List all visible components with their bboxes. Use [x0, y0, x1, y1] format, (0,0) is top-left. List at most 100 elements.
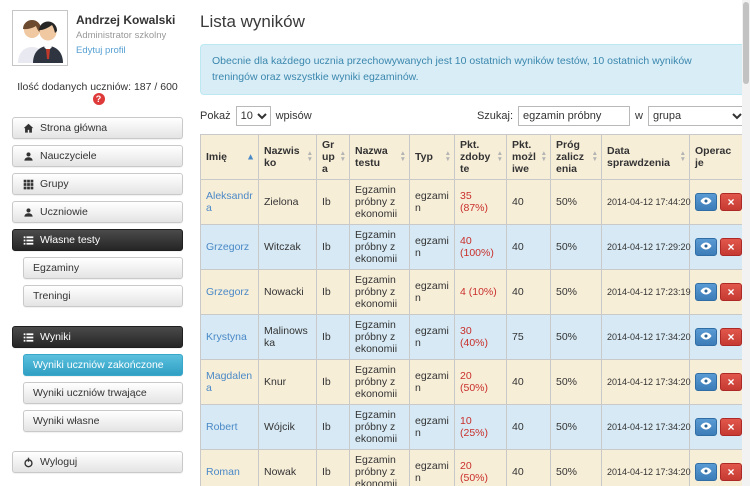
sidebar-item-grupy[interactable]: Grupy — [12, 173, 183, 195]
view-result-button[interactable] — [695, 418, 717, 436]
delete-result-button[interactable]: × — [720, 283, 742, 301]
delete-result-button[interactable]: × — [720, 328, 742, 346]
sidebar-item-label: Wyloguj — [40, 456, 77, 468]
scrollbar[interactable] — [742, 0, 750, 486]
cell-checked-date: 2014-04-12 17:23:19 — [602, 269, 690, 314]
cell-threshold: 50% — [551, 269, 602, 314]
cell-checked-date: 2014-04-12 17:34:20 — [602, 314, 690, 359]
column-header-data-sprawdzenia[interactable]: Data sprawdzenia▲▼ — [602, 134, 690, 179]
user-profile: Andrzej Kowalski Administrator szkolny E… — [12, 10, 183, 66]
delete-result-button[interactable]: × — [720, 193, 742, 211]
cell-group: Ib — [317, 269, 350, 314]
view-result-button[interactable] — [695, 283, 717, 301]
cell-points-scored: 40 (100%) — [455, 224, 507, 269]
results-table: Imię▲Nazwisko▲▼Grupa▲▼Nazwa testu▲▼Typ▲▼… — [200, 134, 746, 486]
cell-first-name[interactable]: Grzegorz — [201, 224, 259, 269]
sidebar-item-treningi[interactable]: Treningi — [23, 285, 183, 307]
cell-threshold: 50% — [551, 314, 602, 359]
cell-operations: × — [690, 314, 746, 359]
app-window: Andrzej Kowalski Administrator szkolny E… — [0, 0, 750, 486]
search-filter-select[interactable]: grupa — [648, 106, 746, 126]
column-header-typ[interactable]: Typ▲▼ — [410, 134, 455, 179]
x-icon: × — [727, 241, 734, 253]
sidebar-item-egzaminy[interactable]: Egzaminy — [23, 257, 183, 279]
cell-checked-date: 2014-04-12 17:34:20 — [602, 359, 690, 404]
cell-points-scored: 30 (40%) — [455, 314, 507, 359]
sort-icon: ▲▼ — [592, 151, 598, 163]
sidebar-item-wyniki-uczniów-trwające[interactable]: Wyniki uczniów trwające — [23, 382, 183, 404]
search-input[interactable] — [518, 106, 630, 126]
delete-result-button[interactable]: × — [720, 463, 742, 481]
help-icon[interactable]: ? — [93, 93, 105, 105]
view-result-button[interactable] — [695, 373, 717, 391]
user-role: Administrator szkolny — [76, 30, 175, 41]
column-header-pkt-zdobyte[interactable]: Pkt. zdobyte▲▼ — [455, 134, 507, 179]
column-header-pkt-możliwe[interactable]: Pkt. możliwe▲▼ — [507, 134, 551, 179]
list-icon — [22, 332, 34, 343]
view-result-button[interactable] — [695, 238, 717, 256]
cell-points-max: 75 — [507, 314, 551, 359]
page-size-control: Pokaż 10 wpisów — [200, 106, 312, 126]
grid-icon — [22, 179, 34, 190]
cell-operations: × — [690, 359, 746, 404]
cell-last-name: Wójcik — [259, 404, 317, 449]
sort-icon: ▲▼ — [541, 151, 547, 163]
column-header-nazwisko[interactable]: Nazwisko▲▼ — [259, 134, 317, 179]
sort-icon: ▲▼ — [680, 151, 686, 163]
sidebar-item-wyloguj[interactable]: Wyloguj — [12, 451, 183, 473]
cell-points-max: 40 — [507, 404, 551, 449]
cell-type: egzamin — [410, 224, 455, 269]
cell-group: Ib — [317, 224, 350, 269]
delete-result-button[interactable]: × — [720, 238, 742, 256]
sidebar-item-wyniki-własne[interactable]: Wyniki własne — [23, 410, 183, 432]
sidebar: Andrzej Kowalski Administrator szkolny E… — [0, 0, 192, 486]
page-size-select[interactable]: 10 — [236, 106, 271, 126]
eye-icon — [700, 330, 712, 344]
delete-result-button[interactable]: × — [720, 373, 742, 391]
cell-operations: × — [690, 224, 746, 269]
sidebar-item-strona-główna[interactable]: Strona główna — [12, 117, 183, 139]
avatar-illustration — [15, 13, 65, 63]
column-header-próg-zaliczenia[interactable]: Próg zaliczenia▲▼ — [551, 134, 602, 179]
cell-group: Ib — [317, 314, 350, 359]
sidebar-item-wyniki[interactable]: Wyniki — [12, 326, 183, 348]
eye-icon — [700, 375, 712, 389]
cell-points-max: 40 — [507, 449, 551, 486]
cell-first-name[interactable]: Robert — [201, 404, 259, 449]
cell-type: egzamin — [410, 269, 455, 314]
column-header-grupa[interactable]: Grupa▲▼ — [317, 134, 350, 179]
sidebar-item-własne-testy[interactable]: Własne testy — [12, 229, 183, 251]
cell-points-max: 40 — [507, 269, 551, 314]
cell-first-name[interactable]: Aleksandra — [201, 179, 259, 224]
sidebar-item-label: Własne testy — [40, 234, 100, 246]
cell-checked-date: 2014-04-12 17:34:20 — [602, 449, 690, 486]
eye-icon — [700, 240, 712, 254]
column-header-label: Pkt. zdobyte — [460, 139, 490, 175]
cell-first-name[interactable]: Grzegorz — [201, 269, 259, 314]
cell-group: Ib — [317, 449, 350, 486]
show-label: Pokaż — [200, 110, 231, 122]
sidebar-item-wyniki-uczniów-zakończone[interactable]: Wyniki uczniów zakończone — [23, 354, 183, 376]
scrollbar-thumb[interactable] — [743, 2, 749, 84]
entries-label: wpisów — [276, 110, 312, 122]
cell-last-name: Zielona — [259, 179, 317, 224]
view-result-button[interactable] — [695, 463, 717, 481]
view-result-button[interactable] — [695, 328, 717, 346]
eye-icon — [700, 195, 712, 209]
column-header-nazwa-testu[interactable]: Nazwa testu▲▼ — [350, 134, 410, 179]
cell-points-scored: 4 (10%) — [455, 269, 507, 314]
cell-first-name[interactable]: Krystyna — [201, 314, 259, 359]
sidebar-item-uczniowie[interactable]: Uczniowie — [12, 201, 183, 223]
column-header-imię[interactable]: Imię▲ — [201, 134, 259, 179]
view-result-button[interactable] — [695, 193, 717, 211]
sidebar-item-nauczyciele[interactable]: Nauczyciele — [12, 145, 183, 167]
cell-points-scored: 20 (50%) — [455, 449, 507, 486]
cell-test-name: Egzamin próbny z ekonomii — [350, 224, 410, 269]
delete-result-button[interactable]: × — [720, 418, 742, 436]
sidebar-item-label: Wyniki uczniów trwające — [33, 387, 147, 399]
edit-profile-link[interactable]: Edytuj profil — [76, 45, 175, 56]
cell-first-name[interactable]: Magdalena — [201, 359, 259, 404]
profile-info: Andrzej Kowalski Administrator szkolny E… — [76, 10, 175, 66]
cell-group: Ib — [317, 404, 350, 449]
cell-first-name[interactable]: Roman — [201, 449, 259, 486]
